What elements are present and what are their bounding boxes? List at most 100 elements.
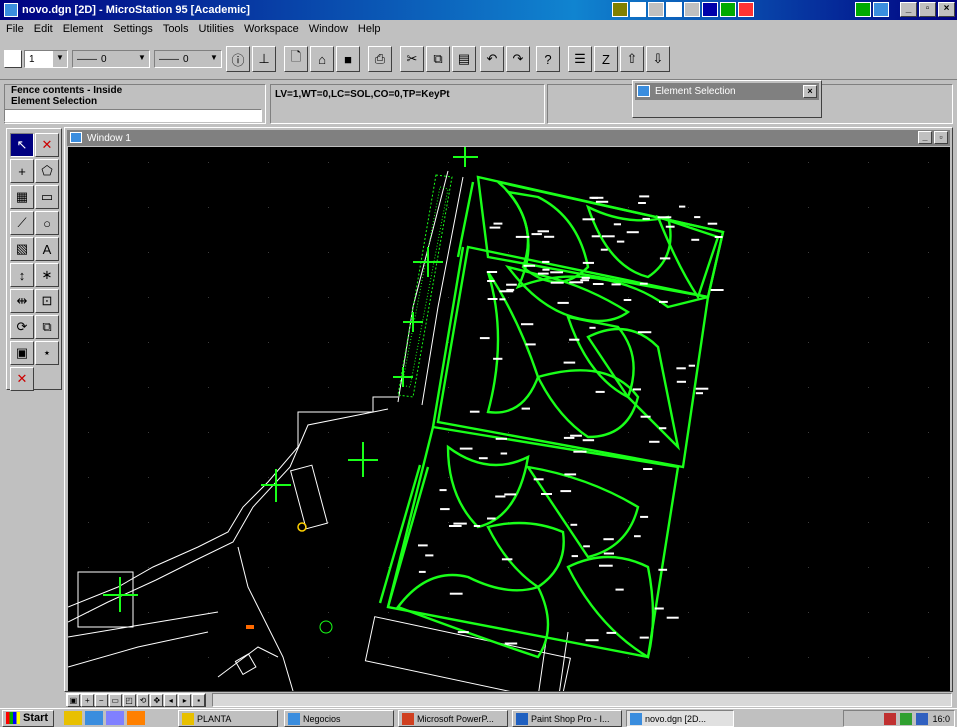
pan-view-icon[interactable]: ✥ (150, 694, 164, 707)
element-selection-dialog[interactable]: Element Selection × (632, 80, 822, 118)
menu-tools[interactable]: Tools (163, 23, 189, 35)
quicklaunch-folder-icon[interactable] (64, 711, 82, 725)
tool-icon[interactable] (630, 2, 646, 17)
tray-icon[interactable] (873, 2, 889, 17)
circle-icon[interactable]: ○ (35, 211, 59, 235)
copy-element-icon[interactable]: ⧉ (35, 315, 59, 339)
cell-icon[interactable]: ▦ (10, 185, 34, 209)
line-weight-combo[interactable]: —— 0 ▼ (154, 50, 222, 68)
tray-icon[interactable] (855, 2, 871, 17)
view-previous-icon[interactable]: ◂ (164, 694, 178, 707)
copy-view-icon[interactable]: ▪ (192, 694, 206, 707)
maximize-button[interactable]: ▫ (934, 131, 948, 144)
tool-icon[interactable] (702, 2, 718, 17)
tray-network-icon[interactable] (916, 712, 929, 725)
line-icon[interactable]: ⟋ (10, 211, 34, 235)
fit-view-icon[interactable]: ◰ (122, 694, 136, 707)
hatch-icon[interactable]: ▧ (10, 237, 34, 261)
snap-icon[interactable]: ∗ (35, 263, 59, 287)
task-button-microstation[interactable]: novo.dgn [2D... (626, 710, 734, 727)
measure-icon[interactable]: ⇹ (10, 289, 34, 313)
fence-icon[interactable]: ⬠ (35, 159, 59, 183)
zoom-out-icon[interactable]: − (94, 694, 108, 707)
menu-utilities[interactable]: Utilities (199, 23, 234, 35)
title-bar[interactable]: novo.dgn [2D] - MicroStation 95 [Academi… (0, 0, 957, 20)
tool-icon[interactable] (684, 2, 700, 17)
menu-help[interactable]: Help (358, 23, 381, 35)
minimize-button[interactable]: _ (918, 131, 932, 144)
chevron-down-icon[interactable]: ▼ (207, 51, 221, 67)
task-button-paintshop[interactable]: Paint Shop Pro - I... (512, 710, 622, 727)
tray-volume-icon[interactable] (900, 712, 913, 725)
tray-app-icon[interactable] (884, 712, 897, 725)
reference-icon[interactable]: Z (594, 46, 618, 72)
paste-icon[interactable]: ▤ (452, 46, 476, 72)
drop-element-icon[interactable]: ✕ (10, 367, 34, 391)
cut-icon[interactable]: ✂ (400, 46, 424, 72)
key-in-icon[interactable]: ⊥ (252, 46, 276, 72)
place-point-icon[interactable]: + (10, 159, 34, 183)
arrow-down-icon[interactable]: ⇩ (646, 46, 670, 72)
menu-file[interactable]: File (6, 23, 24, 35)
help-icon[interactable]: ? (536, 46, 560, 72)
close-button[interactable]: × (938, 2, 955, 17)
close-icon[interactable]: × (803, 85, 817, 98)
menu-settings[interactable]: Settings (113, 23, 153, 35)
view-window[interactable]: Window 1 _ ▫ (64, 127, 953, 692)
save-icon[interactable]: ■ (336, 46, 360, 72)
level-combo[interactable]: 1 ▼ (24, 50, 68, 68)
quicklaunch-media-icon[interactable] (127, 711, 145, 725)
tool-icon[interactable] (720, 2, 736, 17)
drawing-canvas[interactable] (68, 147, 950, 691)
undo-icon[interactable]: ↶ (480, 46, 504, 72)
tool-icon[interactable] (612, 2, 628, 17)
rotate-view-icon[interactable]: ⟲ (136, 694, 150, 707)
print-icon[interactable]: ⎙ (368, 46, 392, 72)
text-icon[interactable]: A (35, 237, 59, 261)
update-view-icon[interactable]: ▣ (67, 694, 80, 707)
tool-icon[interactable] (666, 2, 682, 17)
line-style-combo[interactable]: —— 0 ▼ (72, 50, 150, 68)
info-icon[interactable]: ⓘ (226, 46, 250, 72)
dimension-icon[interactable]: ↕ (10, 263, 34, 287)
arrow-up-icon[interactable]: ⇧ (620, 46, 644, 72)
start-button[interactable]: Start (2, 709, 54, 727)
level-manager-icon[interactable]: ☰ (568, 46, 592, 72)
menu-edit[interactable]: Edit (34, 23, 53, 35)
delete-element-icon[interactable]: ✕ (35, 133, 59, 157)
quicklaunch-outlook-icon[interactable] (106, 711, 124, 725)
color-swatch-button[interactable] (4, 50, 22, 68)
task-button-powerpoint[interactable]: Microsoft PowerP... (398, 710, 508, 727)
task-button-planta[interactable]: PLANTA (178, 710, 278, 727)
menu-workspace[interactable]: Workspace (244, 23, 299, 35)
quicklaunch-browser-icon[interactable] (85, 711, 103, 725)
rectangle-icon[interactable]: ▭ (35, 185, 59, 209)
view-next-icon[interactable]: ▸ (178, 694, 192, 707)
chevron-down-icon[interactable]: ▼ (135, 51, 149, 67)
dialog-title-bar[interactable]: Element Selection (635, 83, 819, 100)
task-button-negocios[interactable]: Negocios (284, 710, 394, 727)
open-file-icon[interactable]: ⌂ (310, 46, 334, 72)
microstation-app-icon[interactable] (4, 3, 18, 17)
minimize-button[interactable]: _ (900, 2, 917, 17)
zoom-in-icon[interactable]: + (80, 694, 94, 707)
new-file-icon[interactable]: 🗋 (284, 46, 308, 72)
window-area-icon[interactable]: ▭ (108, 694, 122, 707)
horizontal-scrollbar[interactable] (212, 693, 952, 707)
group-icon[interactable]: ▣ (10, 341, 34, 365)
rotate-icon[interactable]: ⟳ (10, 315, 34, 339)
key-in-field[interactable] (4, 109, 262, 122)
maximize-button[interactable]: ▫ (919, 2, 936, 17)
tool-icon[interactable] (738, 2, 754, 17)
view-title-bar[interactable]: Window 1 _ ▫ (67, 130, 950, 146)
copy-icon[interactable]: ⧉ (426, 46, 450, 72)
tool-icon[interactable] (648, 2, 664, 17)
manipulate-icon[interactable]: ⊡ (35, 289, 59, 313)
menu-element[interactable]: Element (63, 23, 103, 35)
scale-icon[interactable]: ⋆ (35, 341, 59, 365)
menu-window[interactable]: Window (309, 23, 348, 35)
plant-label (531, 233, 542, 236)
element-selection-tool-icon[interactable]: ↖ (10, 133, 34, 157)
chevron-down-icon[interactable]: ▼ (53, 51, 67, 67)
redo-icon[interactable]: ↷ (506, 46, 530, 72)
